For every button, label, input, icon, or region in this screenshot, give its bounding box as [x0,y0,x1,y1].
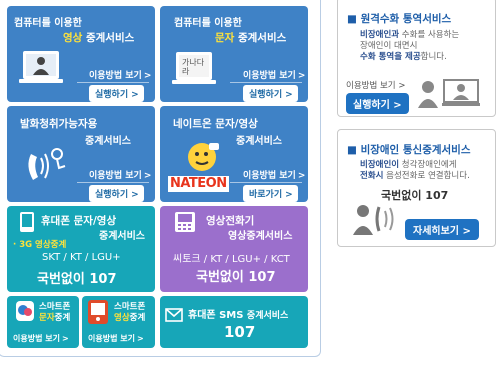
tile-title: 휴대폰 문자/영상 [41,215,117,227]
tile-subtitle: 영상중계 [114,313,146,323]
run-button[interactable]: 실행하기 > [89,85,144,102]
run-button[interactable]: 실행하기 > [346,93,409,114]
smartphone-chat-icon [16,301,34,321]
smartphone-video-icon [88,300,108,324]
tile-title: 영상전화기 [206,215,255,227]
guide-link[interactable]: 이용방법 보기 > [346,79,405,91]
run-button[interactable]: 실행하기 > [243,85,298,102]
computer-text-relay-tile[interactable]: 컴퓨터를 이용한 문자 중계서비스 가나다라 이용방법 보기 > 실행하기 > [160,6,308,102]
tile-subtitle: 중계서비스 [99,231,145,242]
guide-link[interactable]: 이용방법 보기 > [89,168,151,181]
remote-sign-interpretation-panel: ■ 원격수화 통역서비스 비장애인과 수화를 사용하는 장애인이 대면시 수화 … [337,0,496,117]
tile-subtitle: 컴퓨터를 이용한 [14,18,82,29]
details-button[interactable]: 자세히보기 > [405,219,479,240]
envelope-icon [165,308,183,322]
sms-number: 107 [224,323,256,341]
laptop-video-icon [19,51,63,83]
carrier-list: SKT / KT / LGU+ [42,252,121,263]
panel-title: ■ 비장애인 통신중계서비스 [347,144,471,156]
speech-impaired-relay-tile[interactable]: 발화청취가능자용 중계서비스 이용방법 보기 > 실행하기 > [7,106,155,202]
phone-speech-icon [28,148,66,180]
guide-link[interactable]: 이용방법 보기 > [13,333,69,344]
panel-description: 비장애인이 청각장애인에게 전화시 음성전화로 연결합니다. [360,160,470,181]
nateon-logo: NATEON [168,176,229,192]
tile-title: 발화청취가능자용 [20,118,98,130]
guide-link[interactable]: 이용방법 보기 > [243,168,305,181]
smartphone-video-relay-tile[interactable]: 스마트폰 영상중계 이용방법 보기 > [82,296,155,348]
divider [230,82,302,83]
tile-title: 휴대폰 SMS 중계서비스 [188,310,289,321]
monitor-interpreter-icon [442,79,480,106]
run-button[interactable]: 실행하기 > [89,185,144,202]
laptop-screen-text: 가나다라 [182,58,205,76]
guide-link[interactable]: 이용방법 보기 > [89,68,151,81]
tile-subtitle: 중계서비스 [85,136,131,147]
mobile-sms-relay-tile[interactable]: 휴대폰 SMS 중계서비스 107 [160,296,308,348]
panel-title: ■ 원격수화 통역서비스 [347,13,452,25]
go-button[interactable]: 바로가기 > [243,185,298,202]
smartphone-text-relay-tile[interactable]: 스마트폰 문자중계 이용방법 보기 > [7,296,79,348]
tile-subtitle: 중계서비스 [236,136,282,147]
person-phone-icon [353,205,394,235]
divider [77,82,149,83]
tile-title: 네이트온 문자/영상 [173,118,258,130]
video-phone-relay-tile[interactable]: 영상전화기 영상중계서비스 씨토크 / KT / LGU+ / KCT 국번없이… [160,206,308,292]
phone-number: 국번없이 107 [381,189,449,202]
tile-title: 영상 중계서비스 [63,32,135,44]
person-icon [418,81,438,108]
phone-number: 국번없이 107 [196,270,276,285]
tile-subtitle: 문자중계 [39,313,71,323]
carrier-list: 씨토크 / KT / LGU+ / KCT [173,254,290,265]
divider [77,182,149,183]
guide-link[interactable]: 이용방법 보기 > [243,68,305,81]
computer-video-relay-tile[interactable]: 컴퓨터를 이용한 영상 중계서비스 이용방법 보기 > 실행하기 > [7,6,155,102]
3g-video-tag: · 3G 영상중계 [13,240,67,250]
nateon-relay-tile[interactable]: 네이트온 문자/영상 중계서비스 NATEON 이용방법 보기 > 바로가기 > [160,106,308,202]
phone-number: 국번없이 107 [37,272,117,287]
panel-description: 비장애인과 수화를 사용하는 장애인이 대면시 수화 통역을 제공합니다. [360,30,460,62]
guide-link[interactable]: 이용방법 보기 > [88,333,144,344]
mobile-text-video-relay-tile[interactable]: 휴대폰 문자/영상 중계서비스 · 3G 영상중계 SKT / KT / LGU… [7,206,155,292]
tile-subtitle: 컴퓨터를 이용한 [174,18,242,29]
video-phone-icon [175,212,195,232]
nondisabled-relay-panel: ■ 비장애인 통신중계서비스 비장애인이 청각장애인에게 전화시 음성전화로 연… [337,129,496,247]
tile-title: 문자 중계서비스 [215,32,287,44]
mobile-phone-icon [20,212,34,232]
tile-subtitle: 영상중계서비스 [228,231,293,242]
divider [230,182,302,183]
nateon-mascot-icon [188,143,219,171]
